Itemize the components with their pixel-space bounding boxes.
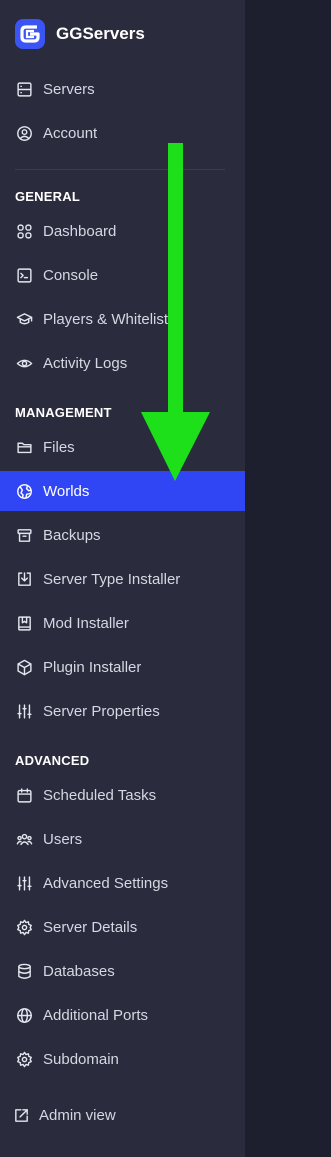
eye-icon [16,355,33,372]
nav-item-mod-installer[interactable]: Mod Installer [0,603,245,643]
nav-item-subdomain[interactable]: Subdomain [0,1039,245,1079]
nav-item-label: Databases [43,962,115,980]
external-link-icon [13,1107,30,1124]
nav-item-server-properties[interactable]: Server Properties [0,691,245,731]
section-heading-advanced: ADVANCED [15,753,90,768]
nav-item-servers[interactable]: Servers [0,69,245,109]
nav-item-label: Files [43,438,75,456]
admin-view-label: Admin view [39,1106,116,1124]
nav-item-server-details[interactable]: Server Details [0,907,245,947]
nav-item-worlds[interactable]: Worlds [0,471,245,511]
console-icon [16,267,33,284]
nav-item-files[interactable]: Files [0,427,245,467]
database-icon [16,963,33,980]
brand[interactable]: GGServers [14,17,145,51]
account-icon [16,125,33,142]
nav-item-label: Servers [43,80,95,98]
globe-icon [16,483,33,500]
users-icon [16,831,33,848]
nav-item-label: Console [43,266,99,284]
nav-item-label: Advanced Settings [43,874,169,892]
nav-item-players-whitelist[interactable]: Players & Whitelist [0,299,245,339]
nav-item-label: Worlds [43,482,90,500]
section-heading-management: MANAGEMENT [15,405,112,420]
nav-item-account[interactable]: Account [0,113,245,153]
gear-icon [16,919,33,936]
nav-item-label: Additional Ports [43,1006,149,1024]
nav-item-backups[interactable]: Backups [0,515,245,555]
nav-item-advanced-settings[interactable]: Advanced Settings [0,863,245,903]
nav-item-label: Account [43,124,98,142]
nav-item-activity-logs[interactable]: Activity Logs [0,343,245,383]
section-heading-general: GENERAL [15,189,80,204]
download-icon [16,571,33,588]
nav-item-scheduled-tasks[interactable]: Scheduled Tasks [0,775,245,815]
archive-icon [16,527,33,544]
nav-item-label: Users [43,830,83,848]
nav-item-label: Players & Whitelist [43,310,169,328]
sidebar: GGServers Servers Account GENERAL Dashbo… [0,0,245,1157]
nav-item-databases[interactable]: Databases [0,951,245,991]
nav-item-additional-ports[interactable]: Additional Ports [0,995,245,1035]
nav-item-label: Server Type Installer [43,570,181,588]
nav-item-users[interactable]: Users [0,819,245,859]
divider [15,169,225,170]
nav-item-server-type-installer[interactable]: Server Type Installer [0,559,245,599]
nav-item-label: Scheduled Tasks [43,786,157,804]
nav-item-label: Backups [43,526,101,544]
nav-item-console[interactable]: Console [0,255,245,295]
nav-item-plugin-installer[interactable]: Plugin Installer [0,647,245,687]
gear-icon [16,1051,33,1068]
nav-item-label: Plugin Installer [43,658,142,676]
admin-view-link[interactable]: Admin view [0,1095,245,1135]
server-icon [16,81,33,98]
nav-item-label: Mod Installer [43,614,129,632]
nav-item-label: Server Details [43,918,138,936]
brand-name: GGServers [56,24,145,43]
folder-icon [16,439,33,456]
nav-item-dashboard[interactable]: Dashboard [0,211,245,251]
ggservers-logo-icon [15,19,45,49]
graduation-cap-icon [16,311,33,328]
nav-item-label: Activity Logs [43,354,128,372]
sliders-icon [16,703,33,720]
calendar-icon [16,787,33,804]
globe-grid-icon [16,1007,33,1024]
package-icon [16,659,33,676]
nav-item-label: Dashboard [43,222,117,240]
nav-item-label: Server Properties [43,702,160,720]
book-icon [16,615,33,632]
sliders-icon [16,875,33,892]
nav-item-label: Subdomain [43,1050,119,1068]
dashboard-icon [16,223,33,240]
